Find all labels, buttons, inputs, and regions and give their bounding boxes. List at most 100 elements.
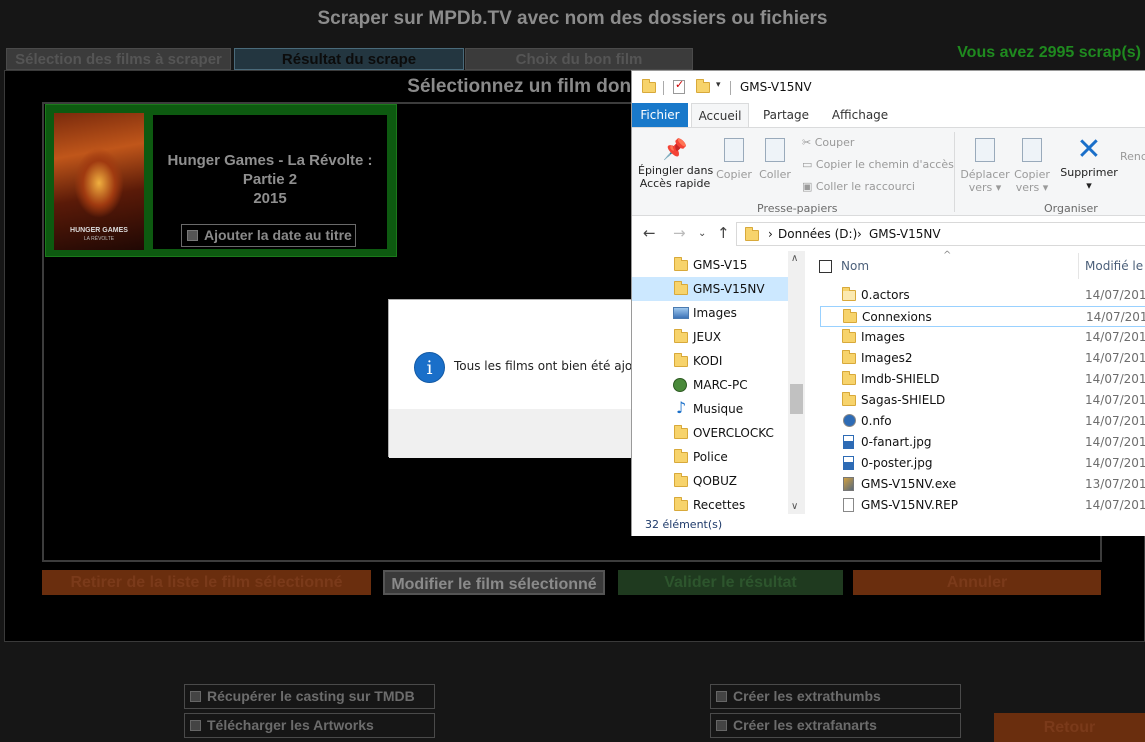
file-row-images2[interactable]: Images2 14/07/2016 — [820, 348, 1145, 369]
nav-label: Recettes — [693, 498, 746, 512]
validate-button[interactable]: Valider le résultat — [618, 570, 843, 595]
images-icon — [673, 307, 689, 319]
address-field[interactable]: › Données (D:) › GMS-V15NV — [736, 222, 1145, 246]
file-row-0-actors[interactable]: 0.actors 14/07/2016 — [820, 285, 1145, 306]
column-name[interactable]: Nom — [841, 259, 869, 273]
file-row-imdb-shield[interactable]: Imdb-SHIELD 14/07/2016 — [820, 369, 1145, 390]
properties-icon[interactable] — [673, 78, 685, 94]
file-row-0-poster[interactable]: 0-poster.jpg 14/07/2016 — [820, 453, 1145, 474]
image-file-icon — [843, 456, 854, 470]
modify-film-button[interactable]: Modifier le film sélectionné — [383, 570, 605, 595]
tab-result[interactable]: Résultat du scrape — [234, 48, 464, 70]
copy-path-icon: ▭ — [802, 158, 816, 171]
quick-access-toolbar: ▾ GMS-V15NV — [632, 71, 1145, 103]
cancel-button[interactable]: Annuler — [853, 570, 1101, 595]
tab-view[interactable]: Affichage — [825, 103, 895, 127]
select-all-checkbox[interactable] — [819, 260, 832, 273]
cut-label: Couper — [814, 136, 855, 149]
delete-button[interactable]: ✕ Supprimer ▾ — [1060, 134, 1118, 193]
column-modified[interactable]: Modifié le — [1085, 259, 1143, 273]
rename-button[interactable]: Renc — [1120, 150, 1145, 163]
toolbar-divider — [663, 81, 664, 95]
file-row-gms-rep[interactable]: GMS-V15NV.REP 14/07/2016 — [820, 495, 1145, 516]
extrafanarts-checkbox[interactable]: Créer les extrafanarts — [710, 713, 961, 738]
nav-item-jeux[interactable]: JEUX — [632, 325, 788, 349]
breadcrumb-separator: › — [768, 227, 773, 241]
move-to-label-2: vers ▾ — [968, 181, 1002, 194]
back-button[interactable]: Retour — [994, 713, 1145, 742]
file-list: Nom ^ Modifié le 0.actors 14/07/2016 Con… — [808, 250, 1145, 516]
casting-checkbox[interactable]: Récupérer le casting sur TMDB — [184, 684, 435, 709]
window-title: GMS-V15NV — [740, 80, 812, 94]
paste-shortcut-label: Coller le raccourci — [815, 180, 915, 193]
folder-icon — [842, 350, 856, 364]
scroll-up-icon[interactable]: ∧ — [791, 253, 798, 264]
move-to-button[interactable]: Déplacer vers ▾ — [960, 134, 1010, 194]
pin-quick-access-button[interactable]: 📌 Épingler dans Accès rapide — [638, 134, 714, 190]
tab-selection[interactable]: Sélection des films à scraper — [6, 48, 231, 70]
copy-to-button[interactable]: Copier vers ▾ — [1012, 134, 1052, 194]
file-date: 14/07/2016 — [1085, 435, 1145, 449]
nfo-file-icon — [843, 414, 856, 427]
tab-home[interactable]: Accueil — [691, 103, 749, 127]
back-arrow-icon[interactable]: ← — [643, 224, 656, 242]
nav-item-marc-pc[interactable]: MARC-PC — [632, 373, 788, 397]
file-date: 14/07/2016 — [1085, 393, 1145, 407]
checkbox-icon — [716, 691, 727, 702]
file-name: GMS-V15NV.exe — [861, 477, 957, 491]
tab-file[interactable]: Fichier — [632, 103, 688, 127]
file-row-gms-exe[interactable]: GMS-V15NV.exe 13/07/2016 — [820, 474, 1145, 495]
artworks-checkbox[interactable]: Télécharger les Artworks — [184, 713, 435, 738]
nav-item-gms-v15[interactable]: GMS-V15 — [632, 253, 788, 277]
breadcrumb-drive[interactable]: Données (D:) — [778, 227, 857, 241]
film-card[interactable]: HUNGER GAMES LA RÉVOLTE Hunger Games - L… — [45, 104, 397, 257]
move-to-label: Déplacer — [960, 168, 1010, 181]
info-icon: i — [414, 352, 445, 383]
nav-item-overclockc[interactable]: OVERCLOCKC — [632, 421, 788, 445]
scroll-down-icon[interactable]: ∨ — [791, 501, 798, 512]
move-to-icon — [975, 138, 995, 162]
poster-subtitle: LA RÉVOLTE — [83, 236, 115, 242]
folder-icon — [674, 425, 688, 439]
file-row-connexions[interactable]: Connexions 14/07/2016 — [820, 306, 1145, 327]
column-divider[interactable] — [1078, 253, 1079, 279]
navigation-pane: GMS-V15 GMS-V15NV Images JEUX KODI MARC-… — [632, 251, 805, 514]
status-bar: 32 élément(s) — [632, 514, 1145, 536]
breadcrumb-folder[interactable]: GMS-V15NV — [869, 227, 941, 241]
clipboard-group-label: Presse-papiers — [757, 202, 838, 215]
nav-item-images[interactable]: Images — [632, 301, 788, 325]
copy-path-button[interactable]: ▭ Copier le chemin d'accès — [802, 158, 954, 171]
delete-dropdown-icon: ▾ — [1086, 179, 1092, 192]
recent-locations-icon[interactable]: ⌄ — [698, 228, 706, 239]
cut-button[interactable]: ✂ Couper — [802, 136, 854, 149]
file-row-sagas-shield[interactable]: Sagas-SHIELD 14/07/2016 — [820, 390, 1145, 411]
tab-choice[interactable]: Choix du bon film — [465, 48, 693, 70]
nav-item-musique[interactable]: ♪ Musique — [632, 397, 788, 421]
pin-label-1: Épingler dans — [638, 164, 714, 177]
nav-item-police[interactable]: Police — [632, 445, 788, 469]
nav-item-qobuz[interactable]: QOBUZ — [632, 469, 788, 493]
nav-item-gms-v15nv[interactable]: GMS-V15NV — [632, 277, 788, 301]
file-row-0-fanart[interactable]: 0-fanart.jpg 14/07/2016 — [820, 432, 1145, 453]
new-folder-icon[interactable] — [696, 79, 710, 93]
file-row-images[interactable]: Images 14/07/2016 — [820, 327, 1145, 348]
remove-film-button[interactable]: Retirer de la liste le film sélectionné — [42, 570, 371, 595]
forward-arrow-icon[interactable]: → — [673, 224, 686, 242]
nav-scrollbar[interactable]: ∧ ∨ — [788, 251, 805, 514]
nav-label: JEUX — [693, 330, 722, 344]
up-arrow-icon[interactable]: ↑ — [717, 224, 730, 242]
file-date: 14/07/2016 — [1085, 498, 1145, 512]
add-date-checkbox[interactable]: Ajouter la date au titre — [181, 224, 356, 247]
paste-shortcut-button[interactable]: ▣ Coller le raccourci — [802, 180, 915, 193]
paste-button[interactable]: Coller — [758, 134, 792, 181]
file-date: 14/07/2016 — [1085, 330, 1145, 344]
folder-icon — [674, 449, 688, 463]
file-date: 13/07/2016 — [1085, 477, 1145, 491]
extrathumbs-checkbox[interactable]: Créer les extrathumbs — [710, 684, 961, 709]
scroll-thumb[interactable] — [790, 384, 803, 414]
file-row-0-nfo[interactable]: 0.nfo 14/07/2016 — [820, 411, 1145, 432]
copy-button[interactable]: Copier — [716, 134, 752, 181]
nav-item-kodi[interactable]: KODI — [632, 349, 788, 373]
customize-toolbar-icon[interactable]: ▾ — [716, 80, 721, 90]
tab-share[interactable]: Partage — [756, 103, 816, 127]
